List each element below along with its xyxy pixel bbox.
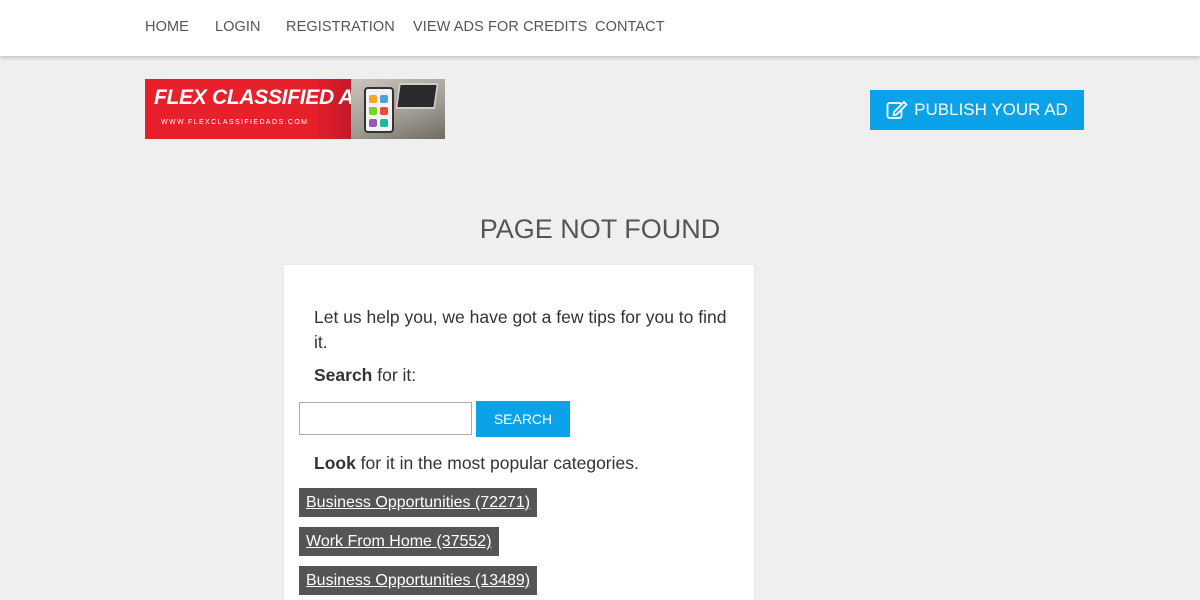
search-button[interactable]: SEARCH bbox=[476, 401, 570, 437]
page-title: PAGE NOT FOUND bbox=[479, 214, 721, 244]
search-hint: Search for it: bbox=[314, 365, 416, 386]
nav-contact-link[interactable]: CONTACT bbox=[595, 19, 665, 35]
look-hint-text: for it in the most popular categories. bbox=[355, 453, 639, 473]
edit-icon bbox=[886, 100, 908, 119]
phone-illustration bbox=[364, 87, 394, 133]
logo-photo bbox=[351, 79, 445, 139]
category-link[interactable]: Business Opportunities (72271) bbox=[299, 488, 538, 517]
nav-view-ads-for-credits-link[interactable]: VIEW ADS FOR CREDITS bbox=[413, 19, 587, 35]
logo-title: FLEX CLASSIFIED ADS bbox=[154, 86, 383, 109]
logo-url: WWW.FLEXCLASSIFIEDADS.COM bbox=[161, 119, 309, 126]
top-navigation: HOME LOGIN REGISTRATION VIEW ADS FOR CRE… bbox=[0, 0, 1200, 56]
look-hint-bold: Look bbox=[314, 453, 356, 473]
tips-intro: Let us help you, we have got a few tips … bbox=[314, 307, 727, 352]
publish-ad-label: PUBLISH YOUR AD bbox=[914, 100, 1068, 119]
nav-home-link[interactable]: HOME bbox=[145, 19, 189, 35]
search-hint-text: for it: bbox=[372, 365, 417, 385]
site-logo[interactable]: FLEX CLASSIFIED ADS WWW.FLEXCLASSIFIEDAD… bbox=[145, 79, 445, 139]
search-input[interactable] bbox=[299, 402, 472, 435]
not-found-card: Let us help you, we have got a few tips … bbox=[284, 265, 754, 600]
publish-ad-button[interactable]: PUBLISH YOUR AD bbox=[870, 90, 1084, 130]
category-link[interactable]: Business Opportunities (13489) bbox=[299, 566, 538, 595]
nav-login-link[interactable]: LOGIN bbox=[215, 19, 261, 35]
search-hint-bold: Search bbox=[314, 365, 373, 385]
laptop-illustration bbox=[395, 83, 439, 109]
look-hint: Look for it in the most popular categori… bbox=[314, 453, 639, 474]
nav-registration-link[interactable]: REGISTRATION bbox=[286, 19, 395, 35]
category-link[interactable]: Work From Home (37552) bbox=[299, 527, 499, 556]
